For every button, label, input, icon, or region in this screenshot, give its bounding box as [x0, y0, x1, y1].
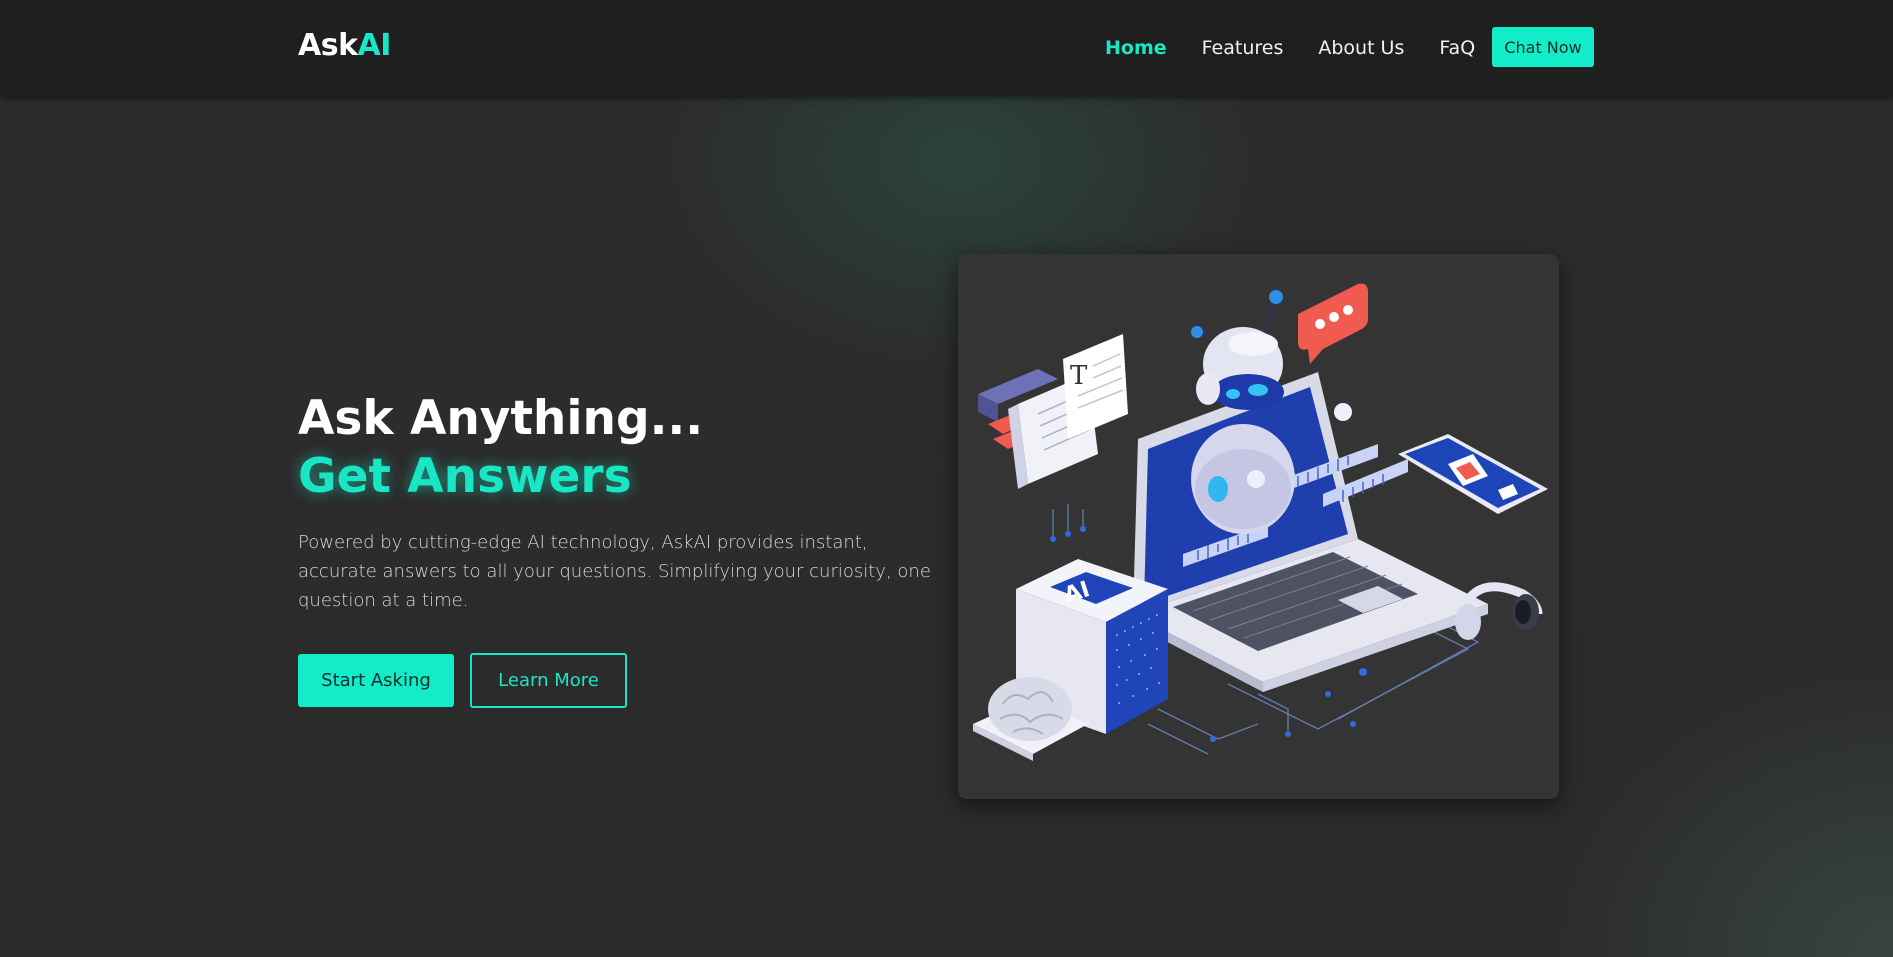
logo[interactable]: AskAI [298, 28, 391, 63]
book-label: T [1070, 361, 1088, 391]
headphones-icon [1455, 582, 1543, 640]
ai-illustration: T AI [973, 283, 1548, 761]
site-header: AskAI Home Features About Us FaQ Chat No… [0, 0, 1893, 96]
nav-link-features[interactable]: Features [1202, 37, 1284, 59]
nav-link-home[interactable]: Home [1105, 37, 1167, 59]
laptop-icon [1133, 372, 1488, 692]
learn-more-button[interactable]: Learn More [470, 653, 627, 708]
main-nav: Home Features About Us FaQ [1105, 37, 1510, 59]
hero-buttons: Start Asking Learn More [298, 653, 948, 708]
hero-illustration-card: T AI [958, 254, 1559, 799]
hero-section: Ask Anything... Get Answers Powered by c… [298, 390, 948, 708]
phone-icon [1398, 434, 1548, 514]
start-asking-button[interactable]: Start Asking [298, 654, 454, 707]
logo-suffix: AI [357, 28, 392, 63]
hero-description: Powered by cutting-edge AI technology, A… [298, 532, 931, 611]
hero-title: Ask Anything... Get Answers [298, 390, 948, 506]
books-icon: T [978, 334, 1128, 489]
nav-link-about-us[interactable]: About Us [1318, 37, 1404, 59]
nav-link-faq[interactable]: FaQ [1439, 37, 1475, 59]
hero-title-line1: Ask Anything... [298, 391, 704, 446]
logo-prefix: Ask [298, 28, 358, 63]
chat-now-button[interactable]: Chat Now [1492, 27, 1594, 67]
hero-title-line2: Get Answers [298, 449, 632, 504]
chat-bubble-icon [1298, 283, 1368, 364]
